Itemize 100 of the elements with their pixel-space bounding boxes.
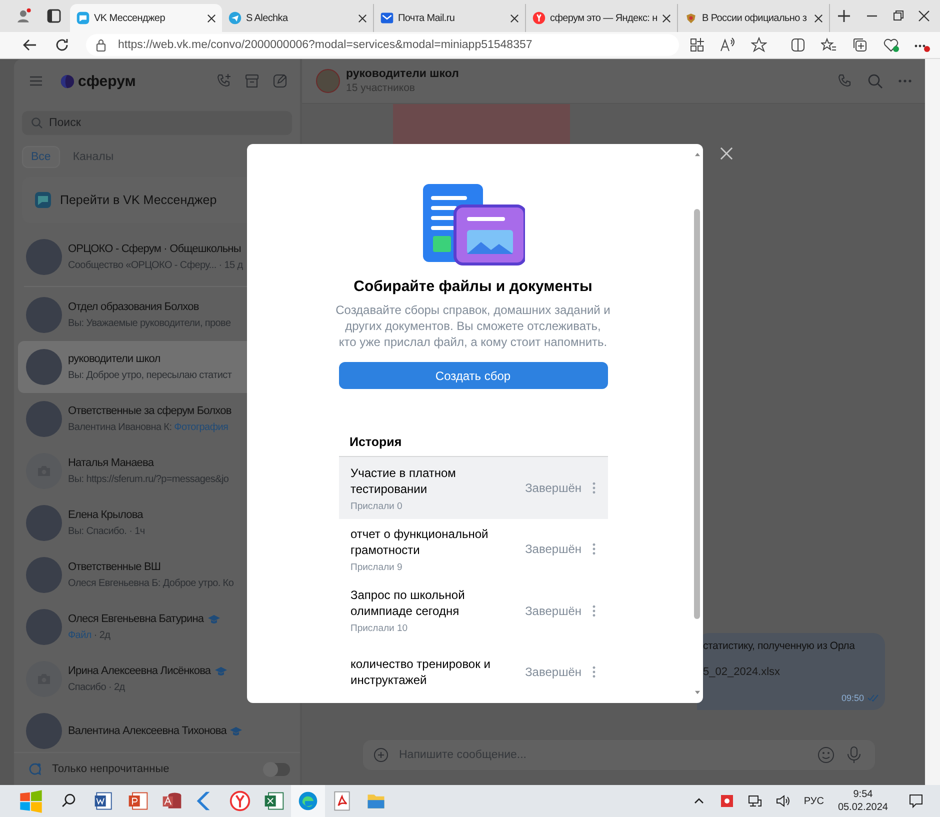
record-icon[interactable]	[720, 794, 734, 808]
collection-title: отчет о функциональной грамотности	[350, 526, 490, 558]
scrollbar-thumb[interactable]	[694, 209, 700, 619]
edge-logo-icon	[297, 790, 319, 812]
chat-title: руководители школ	[346, 68, 459, 80]
search-field[interactable]: Поиск	[22, 111, 292, 135]
history-item[interactable]: отчет о функциональной грамотности Прислали 9 Завершён	[338, 518, 608, 580]
avatar	[26, 239, 62, 275]
chat-list-item[interactable]: Валентина Алексеевна Тихонова	[18, 705, 296, 752]
close-icon[interactable]	[814, 14, 823, 22]
submission-count: Прислали 10	[350, 623, 409, 634]
message-time: 09:50	[841, 693, 864, 703]
create-collection-button[interactable]: Создать сбор	[338, 362, 608, 390]
favorites-icon[interactable]	[821, 37, 837, 53]
submission-count: Прислали 9	[350, 562, 404, 573]
close-icon[interactable]	[358, 14, 367, 22]
slides-p-icon	[127, 790, 149, 812]
close-icon[interactable]	[662, 14, 671, 22]
logo-icon	[60, 74, 75, 88]
toggle-switch[interactable]	[264, 762, 290, 776]
url-field[interactable]: https://web.vk.me/convo/2000000006?modal=services&modal=miniapp51548357	[86, 34, 679, 56]
message-text: статистику, полученную из Орла	[703, 640, 856, 652]
chat-name: Ответственные за сферум Болхов	[68, 405, 232, 417]
banner-text: Перейти в VK Мессенджер	[60, 193, 217, 207]
filter-label: Только непрочитанные	[52, 763, 170, 775]
avatar	[26, 505, 62, 541]
more-vertical-icon[interactable]	[592, 665, 596, 680]
chat-name: Елена Крылова	[68, 509, 143, 521]
status-label: Завершён	[525, 604, 582, 618]
scroll-up-arrow-icon[interactable]	[694, 152, 700, 157]
eagle-emblem-icon	[684, 11, 698, 25]
profile-icon[interactable]	[16, 8, 32, 24]
browser-tab[interactable]: VK Мессенджер	[70, 4, 222, 32]
chat-unread-icon	[28, 762, 42, 776]
search-icon	[31, 117, 43, 129]
chat-name: Ирина Алексеевна Лисёнкова	[68, 665, 211, 677]
chat-name: руководители школ	[68, 353, 160, 365]
paper-plane-icon	[228, 11, 242, 25]
graduation-cap-icon	[208, 613, 220, 625]
letter-y-icon	[532, 11, 546, 25]
back-arrow-icon[interactable]	[22, 37, 38, 53]
collection-title: Участие в платном тестировании	[350, 464, 457, 497]
chat-name: Валентина Алексеевна Тихонова	[68, 725, 226, 737]
windows-logo-icon[interactable]	[18, 788, 44, 814]
read-aloud-icon[interactable]	[720, 37, 736, 53]
close-icon[interactable]	[916, 8, 932, 24]
avatar	[26, 557, 62, 593]
refresh-icon[interactable]	[54, 37, 70, 53]
taskbar-app[interactable]	[291, 785, 325, 817]
submission-count: Прислали 0	[350, 500, 404, 512]
clock-date[interactable]: 05.02.2024	[838, 802, 888, 813]
history-item[interactable]: количество тренировок и инструктажей Завершён	[338, 642, 608, 703]
chat-name: Наталья Манаева	[68, 457, 154, 469]
new-tab-icon[interactable]	[836, 8, 852, 24]
app-logo-text: сферум	[78, 72, 136, 90]
history-item[interactable]: Запрос по школьной олимпиаде сегодня Прислали 10 Завершён	[338, 580, 608, 642]
chat-bubble-icon	[76, 11, 90, 25]
avatar	[26, 401, 62, 437]
heart-pulse-icon[interactable]	[883, 37, 899, 53]
lock-icon	[94, 38, 108, 52]
spreadsheet-x-icon	[263, 790, 285, 812]
scroll-down-arrow-icon[interactable]	[694, 690, 700, 695]
notification-icon[interactable]	[908, 793, 924, 809]
more-vertical-icon[interactable]	[592, 542, 596, 556]
avatar	[26, 297, 62, 333]
star-icon[interactable]	[751, 37, 767, 53]
network-icon[interactable]	[748, 794, 762, 808]
language-indicator[interactable]: РУС	[804, 796, 824, 806]
avatar	[26, 349, 62, 385]
document-w-icon	[93, 790, 115, 812]
modal-title: Собирайте файлы и документы	[354, 278, 592, 295]
letter-y-icon	[229, 790, 251, 812]
avatar	[26, 713, 62, 749]
envelope-icon	[380, 11, 394, 25]
avatar	[316, 69, 340, 93]
collection-title: количество тренировок и инструктажей	[350, 656, 492, 688]
pdf-document-icon	[331, 790, 353, 812]
graduation-cap-icon	[230, 725, 242, 737]
history-item[interactable]: Участие в платном тестировании Прислали 0 Завершён	[338, 457, 608, 519]
split-screen-icon[interactable]	[790, 37, 806, 53]
chat-name: Олеся Евгеньевна Батурина	[68, 613, 204, 625]
collection-title: Запрос по школьной олимпиаде сегодня	[350, 587, 466, 620]
collections-icon[interactable]	[852, 37, 868, 53]
avatar	[26, 609, 62, 645]
apps-grid-icon[interactable]	[689, 37, 705, 53]
chat-name: Ответственные ВШ	[68, 561, 161, 573]
close-icon[interactable]	[510, 14, 519, 22]
tab-actions-icon[interactable]	[46, 8, 62, 24]
status-label: Завершён	[525, 665, 582, 680]
chat-name: Отдел образования Болхов	[68, 301, 199, 313]
double-check-icon	[867, 692, 879, 704]
chat-bubble-icon	[34, 191, 52, 209]
clock-time[interactable]: 9:54	[853, 789, 873, 800]
more-vertical-icon[interactable]	[592, 604, 596, 618]
speaker-icon[interactable]	[776, 794, 790, 808]
status-label: Завершён	[525, 542, 582, 556]
chat-name: ОРЦОКО - Сферум · Общешкольны	[68, 243, 241, 255]
file-name[interactable]: 5_02_2024.xlsx	[703, 666, 879, 678]
close-icon[interactable]	[207, 14, 216, 22]
graduation-cap-icon	[214, 665, 227, 677]
